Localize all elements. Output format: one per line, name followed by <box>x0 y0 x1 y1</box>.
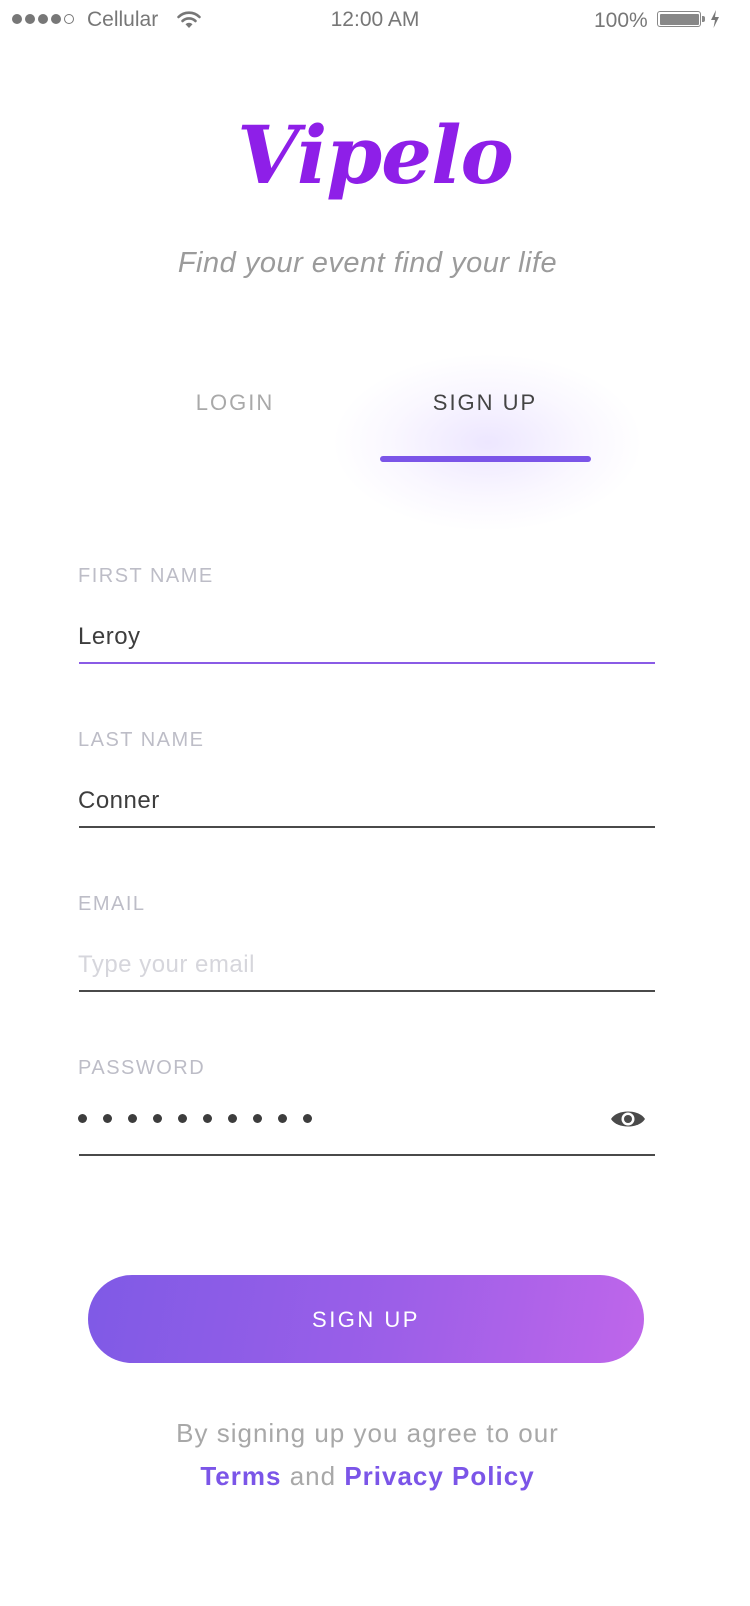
password-input[interactable] <box>78 1114 312 1123</box>
email-input[interactable]: Type your email <box>78 950 655 980</box>
password-mask-dot <box>228 1114 237 1123</box>
password-mask-dot <box>278 1114 287 1123</box>
last-name-field[interactable]: LAST NAME Conner <box>78 728 655 828</box>
email-underline <box>79 990 655 992</box>
app-logo: Vipelo <box>237 108 514 202</box>
password-label: PASSWORD <box>78 1057 206 1079</box>
tab-sign-up[interactable]: SIGN UP <box>380 390 590 416</box>
last-name-underline <box>79 826 655 828</box>
battery-percentage: 100% <box>594 9 648 32</box>
terms-conjunction: and <box>289 1461 337 1491</box>
active-tab-indicator <box>380 456 591 462</box>
password-mask-dot <box>203 1114 212 1123</box>
tagline: Find your event find your life <box>177 247 558 279</box>
email-label: EMAIL <box>78 893 146 915</box>
terms-prefix: By signing up you agree to our <box>176 1418 559 1448</box>
terms-line-2: Terms and Privacy Policy <box>0 1455 735 1498</box>
password-mask-dot <box>303 1114 312 1123</box>
password-mask-dot <box>103 1114 112 1123</box>
battery-icon <box>657 11 701 27</box>
eye-icon[interactable] <box>609 1106 647 1132</box>
first-name-input[interactable]: Leroy <box>78 622 655 652</box>
first-name-label: FIRST NAME <box>78 565 214 587</box>
password-underline <box>79 1154 655 1156</box>
email-field[interactable]: EMAIL Type your email <box>78 892 655 992</box>
battery-nub <box>702 16 705 22</box>
password-mask-dot <box>253 1114 262 1123</box>
charging-bolt-icon <box>711 10 719 28</box>
privacy-policy-link[interactable]: Privacy Policy <box>344 1461 534 1491</box>
password-mask-dot <box>153 1114 162 1123</box>
active-tab-glow <box>335 355 640 530</box>
first-name-field[interactable]: FIRST NAME Leroy <box>78 564 655 664</box>
password-mask-dot <box>178 1114 187 1123</box>
sign-up-button[interactable]: SIGN UP <box>88 1275 644 1363</box>
password-field[interactable]: PASSWORD <box>78 1056 655 1156</box>
terms-notice: By signing up you agree to our Terms and… <box>0 1412 735 1498</box>
status-bar: Cellular 12:00 AM 100% <box>0 0 750 40</box>
last-name-label: LAST NAME <box>78 729 205 751</box>
terms-link[interactable]: Terms <box>200 1461 281 1491</box>
last-name-input[interactable]: Conner <box>78 786 655 816</box>
tab-login[interactable]: LOGIN <box>135 390 335 416</box>
first-name-underline <box>79 662 655 664</box>
password-mask-dot <box>78 1114 87 1123</box>
password-mask-dot <box>128 1114 137 1123</box>
